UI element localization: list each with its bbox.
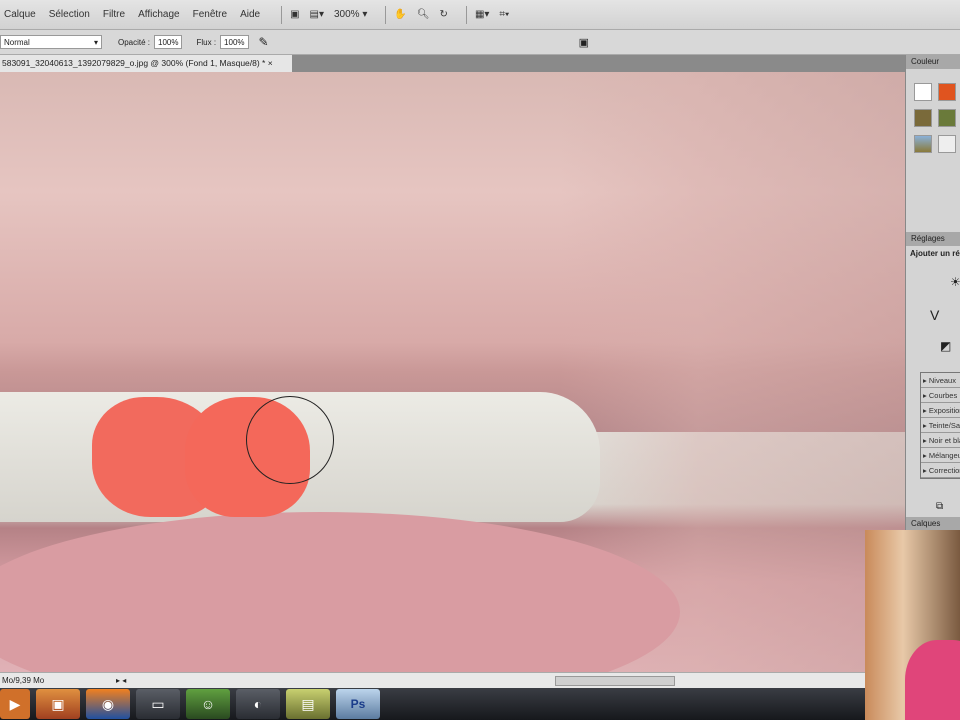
preset-niveaux[interactable]: ▸ Niveaux — [921, 373, 960, 388]
hand-icon[interactable]: ✋ — [394, 9, 406, 20]
taskbar-firefox-icon[interactable]: ◉ — [86, 689, 130, 719]
preset-teinte[interactable]: ▸ Teinte/Saturation — [921, 418, 960, 433]
taskbar-photoshop-icon[interactable]: Ps — [336, 689, 380, 719]
windows-taskbar: ▶ ▣ ◉ ▭ ☺ ◐ ▤ Ps — [0, 688, 865, 720]
bridge-icon[interactable]: ▣ — [290, 9, 299, 20]
horizontal-scrollbar[interactable] — [555, 676, 675, 686]
preset-none-icon[interactable] — [914, 83, 932, 101]
channel-mixer-icon[interactable]: ◩ — [940, 339, 951, 353]
blend-mode-value: Normal — [4, 37, 30, 47]
preset-noir-blanc[interactable]: ▸ Noir et blanc — [921, 433, 960, 448]
document-title: 583091_32040613_1392079829_o.jpg @ 300% … — [2, 58, 266, 68]
preset-swatch[interactable] — [938, 135, 956, 153]
rotate-view-icon[interactable]: ↻ — [440, 9, 448, 20]
preset-exposition[interactable]: ▸ Exposition — [921, 403, 960, 418]
zoom-level: 300% — [334, 9, 360, 20]
preset-label: Exposition — [928, 406, 960, 415]
brightness-icon[interactable]: ☀ — [950, 275, 960, 289]
preset-swatch[interactable] — [938, 83, 956, 101]
preset-label: Mélangeur de couches — [928, 451, 960, 460]
blend-mode-select[interactable]: Normal ▾ — [0, 35, 102, 49]
screen-mode-icon[interactable]: ▤▾ — [310, 9, 324, 20]
document-tab[interactable]: 583091_32040613_1392079829_o.jpg @ 300% … — [0, 55, 292, 72]
arrange-documents-icon[interactable]: ▦▾ — [475, 9, 489, 20]
adjustment-presets-list: ▸ Niveaux ▸ Courbes ▸ Exposition ▸ Teint… — [920, 372, 960, 479]
right-panel: Couleur Réglages Ajouter un réglage ☀ V … — [905, 55, 960, 531]
tab-reglages[interactable]: Réglages — [906, 232, 960, 246]
menu-selection[interactable]: Sélection — [49, 9, 90, 20]
preset-label: Teinte/Saturation — [928, 421, 960, 430]
status-menu-arrow-icon[interactable]: ▸ ◂ — [116, 676, 126, 685]
taskbar-notes-icon[interactable]: ▤ — [286, 689, 330, 719]
preset-swatch[interactable] — [914, 135, 932, 153]
zoom-icon[interactable]: 🔍︎ — [417, 9, 430, 20]
preset-label: Courbes — [928, 391, 958, 400]
adjust-heading: Ajouter un réglage — [910, 249, 960, 258]
opacity-label: Opacité : — [118, 37, 151, 47]
preset-correction[interactable]: ▸ Correction sélective — [921, 463, 960, 478]
vibrance-icon[interactable]: V — [930, 307, 939, 323]
status-bar: Mo/9,39 Mo ▸ ◂ — [0, 672, 905, 688]
opacity-input[interactable]: 100% — [154, 35, 183, 49]
screen-layout-icon[interactable]: ⌗▾ — [499, 9, 509, 20]
preset-label: Correction sélective — [928, 466, 960, 475]
airbrush-icon[interactable]: ✎ — [259, 35, 269, 49]
menu-filtre[interactable]: Filtre — [103, 9, 125, 20]
document-tab-bar: 583091_32040613_1392079829_o.jpg @ 300% … — [0, 55, 905, 72]
preset-label: Niveaux — [928, 376, 956, 385]
webcam-person — [905, 640, 960, 720]
image-canvas[interactable] — [0, 72, 905, 672]
preset-melangeur[interactable]: ▸ Mélangeur de couches — [921, 448, 960, 463]
close-tab-icon[interactable]: × — [268, 58, 273, 68]
flow-label: Flux : — [196, 37, 217, 47]
flow-input[interactable]: 100% — [220, 35, 249, 49]
brush-cursor — [246, 396, 334, 484]
clip-layer-icon[interactable]: ⧉ — [936, 501, 943, 512]
webcam-overlay — [865, 530, 960, 720]
menu-bar: Calque Sélection Filtre Affichage Fenêtr… — [0, 0, 960, 30]
taskbar-media-icon[interactable]: ▶ — [0, 689, 30, 719]
divider — [281, 5, 283, 24]
menu-aide[interactable]: Aide — [240, 9, 260, 20]
preset-courbes[interactable]: ▸ Courbes — [921, 388, 960, 403]
menu-calque[interactable]: Calque — [4, 9, 36, 20]
tab-calques[interactable]: Calques — [906, 517, 960, 531]
options-bar: Normal ▾ Opacité : 100% Flux : 100% ✎ ▣ — [0, 30, 960, 55]
preset-label: Noir et blanc — [928, 436, 960, 445]
zoom-level-select[interactable]: 300% ▾ — [334, 9, 367, 20]
taskbar-explorer-icon[interactable]: ▭ — [136, 689, 180, 719]
tab-couleur[interactable]: Couleur — [906, 55, 960, 69]
taskbar-photos-icon[interactable]: ▣ — [36, 689, 80, 719]
panel-toggle-icon[interactable]: ▣ — [579, 36, 589, 49]
preset-swatch[interactable] — [938, 109, 956, 127]
taskbar-app-icon[interactable]: ◐ — [236, 689, 280, 719]
photoshop-label: Ps — [350, 697, 366, 711]
menu-affichage[interactable]: Affichage — [138, 9, 180, 20]
document-size: Mo/9,39 Mo — [2, 676, 45, 685]
divider — [385, 5, 387, 24]
taskbar-messenger-icon[interactable]: ☺ — [186, 689, 230, 719]
preset-swatch[interactable] — [914, 109, 932, 127]
menu-fenetre[interactable]: Fenêtre — [193, 9, 227, 20]
divider — [465, 5, 467, 24]
